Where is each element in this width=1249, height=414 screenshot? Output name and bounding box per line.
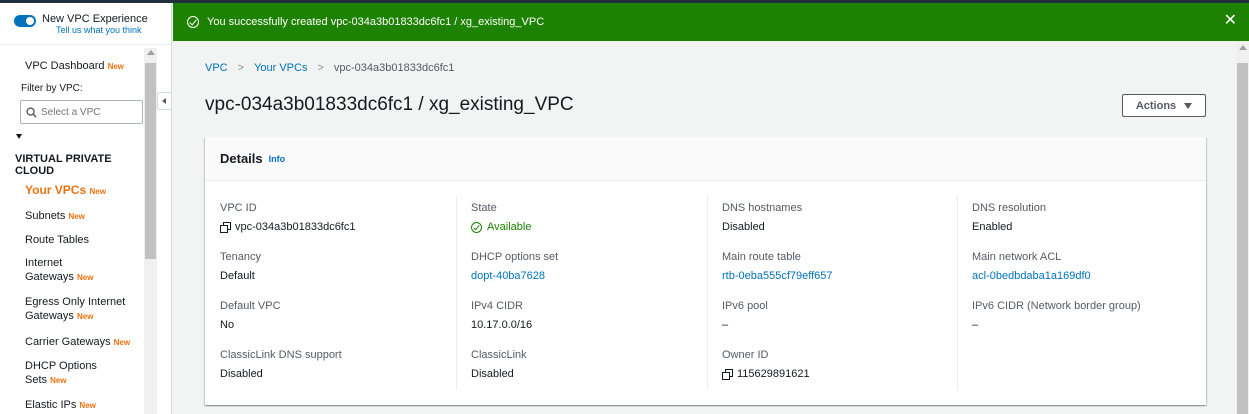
breadcrumb-separator-icon: > xyxy=(317,62,324,74)
sidebar-item-your-vpcs[interactable]: Your VPCs New xyxy=(25,183,143,199)
sidebar-item-subnets[interactable]: Subnets New xyxy=(25,209,143,224)
breadcrumb: VPC > Your VPCs > vpc-034a3b01833dc6fc1 xyxy=(205,62,454,74)
new-experience-toggle[interactable] xyxy=(14,15,36,27)
filter-label: Filter by VPC: xyxy=(21,83,83,94)
actions-button[interactable]: Actions xyxy=(1122,94,1206,117)
field-classiclink: ClassicLink Disabled xyxy=(471,349,527,380)
feedback-link[interactable]: Tell us what you think xyxy=(56,25,148,35)
details-panel: Details Info VPC ID vpc-034a3b01833dc6fc… xyxy=(205,137,1206,405)
main-scrollbar[interactable] xyxy=(1236,41,1249,414)
breadcrumb-vpc[interactable]: VPC xyxy=(205,62,228,74)
close-icon[interactable]: ✕ xyxy=(1224,13,1237,29)
flash-message: You successfully created vpc-034a3b01833… xyxy=(207,16,545,28)
main-network-acl-link[interactable]: acl-0bedbdaba1a169df0 xyxy=(972,269,1208,283)
breadcrumb-separator-icon: > xyxy=(237,62,245,74)
sidebar-item-elastic-ips[interactable]: Elastic IPs New xyxy=(25,398,143,413)
sidebar: New VPC Experience Tell us what you thin… xyxy=(0,3,172,414)
info-link[interactable]: Info xyxy=(269,154,286,164)
copy-icon[interactable] xyxy=(722,369,733,380)
search-icon xyxy=(26,106,37,118)
sidebar-item-dhcp-options-sets[interactable]: DHCP Options Sets New xyxy=(25,359,107,388)
success-check-icon xyxy=(187,16,199,28)
scroll-up-arrow-icon[interactable] xyxy=(1239,45,1247,50)
details-column-4: DNS resolution Enabled Main network ACL … xyxy=(972,201,1208,348)
sidebar-item-vpc-dashboard[interactable]: VPC Dashboard New xyxy=(25,59,143,74)
vpc-filter-input[interactable] xyxy=(41,106,131,118)
details-column-1: VPC ID vpc-034a3b01833dc6fc1 Tenancy Def… xyxy=(220,201,456,397)
new-badge: New xyxy=(107,62,125,71)
field-owner-id: Owner ID 115629891621 xyxy=(722,349,810,380)
sidebar-item-route-tables[interactable]: Route Tables xyxy=(25,233,143,247)
details-column-3: DNS hostnames Disabled Main route table … xyxy=(722,201,958,397)
section-collapse-caret-icon[interactable] xyxy=(16,134,22,139)
check-circle-icon xyxy=(471,221,482,233)
new-experience-toggle-row: New VPC Experience Tell us what you thin… xyxy=(14,13,148,35)
field-main-network-acl: Main network ACL acl-0bedbdaba1a169df0 xyxy=(972,250,1208,299)
sidebar-scrollbar[interactable] xyxy=(144,48,157,414)
breadcrumb-current: vpc-034a3b01833dc6fc1 xyxy=(333,62,455,74)
copy-icon[interactable] xyxy=(220,222,231,233)
main-route-table-link[interactable]: rtb-0eba555cf79eff657 xyxy=(722,269,958,283)
sidebar-item-egress-only-internet-gateways[interactable]: Egress Only Internet Gateways New xyxy=(25,295,143,324)
sidebar-item-internet-gateways[interactable]: Internet Gateways New xyxy=(25,256,105,285)
dhcp-options-link[interactable]: dopt-40ba7628 xyxy=(471,269,707,283)
page-title: vpc-034a3b01833dc6fc1 / xg_existing_VPC xyxy=(205,94,574,115)
caret-down-icon xyxy=(1184,102,1193,109)
field-main-route-table: Main route table rtb-0eba555cf79eff657 xyxy=(722,250,958,299)
details-column-2: State Available DHCP options set dopt-40… xyxy=(471,201,707,397)
details-title: Details xyxy=(220,151,263,166)
new-experience-label: New VPC Experience xyxy=(42,13,148,25)
field-classiclink-dns-support: ClassicLink DNS support Disabled xyxy=(220,349,342,380)
field-default-vpc: Default VPC No xyxy=(220,300,281,331)
breadcrumb-your-vpcs[interactable]: Your VPCs xyxy=(254,62,307,74)
details-header: Details Info xyxy=(205,137,1206,181)
field-dns-resolution: DNS resolution Enabled xyxy=(972,202,1046,233)
sidebar-item-carrier-gateways[interactable]: Carrier Gateways New xyxy=(25,335,143,350)
field-state: State Available xyxy=(471,202,532,233)
field-ipv6-cidr: IPv6 CIDR (Network border group) – xyxy=(972,300,1141,331)
collapse-sidebar-button[interactable] xyxy=(157,92,171,110)
field-ipv4-cidr: IPv4 CIDR 10.17.0.0/16 xyxy=(471,300,533,331)
vpc-filter-select[interactable] xyxy=(20,100,143,124)
main-scrollbar-thumb[interactable] xyxy=(1237,63,1248,414)
section-title: VIRTUAL PRIVATE CLOUD xyxy=(15,153,112,177)
scroll-up-arrow-icon[interactable] xyxy=(147,50,155,55)
field-dns-hostnames: DNS hostnames Disabled xyxy=(722,202,803,233)
field-ipv6-pool: IPv6 pool – xyxy=(722,300,768,331)
field-tenancy: Tenancy Default xyxy=(220,251,261,282)
column-divider xyxy=(707,196,708,390)
sidebar-scrollbar-thumb[interactable] xyxy=(145,63,156,259)
success-flash-banner: You successfully created vpc-034a3b01833… xyxy=(173,3,1249,41)
sidebar-divider xyxy=(0,44,171,45)
field-dhcp-options-set: DHCP options set dopt-40ba7628 xyxy=(471,250,707,299)
field-vpc-id: VPC ID vpc-034a3b01833dc6fc1 xyxy=(220,202,356,233)
column-divider xyxy=(456,196,457,390)
